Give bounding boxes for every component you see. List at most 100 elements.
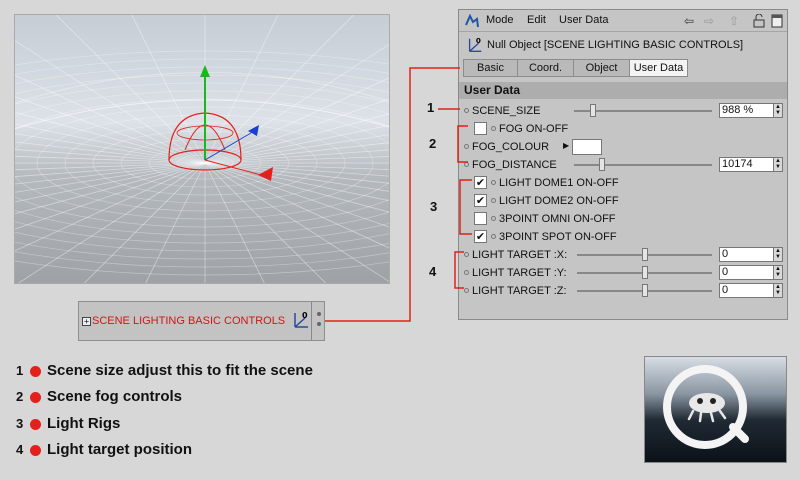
legend-text: Light target position	[47, 441, 192, 458]
menu-edit[interactable]: Edit	[527, 14, 546, 26]
scene-size-field[interactable]: 988 %	[719, 103, 774, 118]
param-target-z: LIGHT TARGET :Z: 0 ▲ ▼	[459, 282, 787, 300]
3d-viewport[interactable]	[14, 14, 390, 284]
attribute-manager: Mode Edit User Data ⇦ ⇨ ⇧ 0 Null Object …	[458, 9, 788, 320]
omni-checkbox[interactable]	[474, 212, 487, 225]
object-manager-entry[interactable]: + SCENE LIGHTING BASIC CONTROLS 0	[78, 301, 325, 341]
target-z-slider[interactable]	[641, 284, 648, 297]
visibility-dots[interactable]	[317, 312, 322, 332]
legend-number: 3	[16, 416, 24, 431]
param-label: LIGHT TARGET :Y:	[472, 267, 567, 279]
object-title: Null Object [SCENE LIGHTING BASIC CONTRO…	[487, 39, 744, 51]
param-light-dome2: ✔ LIGHT DOME2 ON-OFF	[459, 192, 787, 210]
param-3point-spot: ✔ 3POINT SPOT ON-OFF	[459, 228, 787, 246]
new-window-icon[interactable]	[771, 14, 783, 28]
param-bullet[interactable]	[491, 234, 496, 239]
param-bullet[interactable]	[464, 144, 469, 149]
legend-text: Scene size adjust this to fit the scene	[47, 362, 313, 379]
svg-text:0: 0	[302, 311, 308, 320]
fog-distance-slider-track[interactable]	[574, 164, 712, 166]
param-bullet[interactable]	[464, 288, 469, 293]
scene-size-spinner[interactable]: ▲ ▼	[773, 103, 783, 118]
target-x-field[interactable]: 0	[719, 247, 774, 262]
param-label: FOG_COLOUR	[472, 141, 550, 153]
svg-text:0: 0	[476, 36, 481, 45]
legend-number: 4	[16, 442, 24, 457]
fog-colour-swatch[interactable]	[572, 139, 602, 155]
fog-on-off-checkbox[interactable]	[474, 122, 487, 135]
menu-bar: Mode Edit User Data ⇦ ⇨ ⇧	[459, 10, 787, 32]
section-header: User Data	[459, 82, 787, 99]
legend-number: 2	[16, 389, 24, 404]
target-x-slider[interactable]	[641, 248, 648, 261]
lock-icon[interactable]	[753, 14, 765, 28]
logo-mark-icon	[663, 365, 749, 449]
target-y-slider[interactable]	[641, 266, 648, 279]
null-object-icon: 0	[468, 36, 482, 52]
param-target-y: LIGHT TARGET :Y: 0 ▲ ▼	[459, 264, 787, 282]
param-fog-colour: FOG_COLOUR ▶	[459, 138, 787, 156]
tab-object[interactable]: Object	[573, 59, 630, 77]
attribute-manager-icon	[465, 13, 479, 28]
param-label: SCENE_SIZE	[472, 105, 541, 117]
light-dome1-checkbox[interactable]: ✔	[474, 176, 487, 189]
param-label: 3POINT SPOT ON-OFF	[499, 231, 617, 243]
param-bullet[interactable]	[464, 108, 469, 113]
param-fog-distance: FOG_DISTANCE 10174 ▲ ▼	[459, 156, 787, 174]
param-bullet[interactable]	[491, 216, 496, 221]
light-dome2-checkbox[interactable]: ✔	[474, 194, 487, 207]
param-bullet[interactable]	[464, 270, 469, 275]
callout-1: 1	[427, 100, 435, 115]
menu-mode[interactable]: Mode	[486, 14, 514, 26]
fog-distance-slider[interactable]	[598, 158, 605, 171]
param-label: 3POINT OMNI ON-OFF	[499, 213, 616, 225]
param-bullet[interactable]	[464, 252, 469, 257]
param-bullet[interactable]	[491, 180, 496, 185]
param-label: LIGHT DOME1 ON-OFF	[499, 177, 619, 189]
target-x-spinner[interactable]: ▲ ▼	[773, 247, 783, 262]
red-dot-icon	[30, 445, 41, 456]
legend-text: Scene fog controls	[47, 388, 183, 405]
param-light-dome1: ✔ LIGHT DOME1 ON-OFF	[459, 174, 787, 192]
param-fog-on-off: FOG ON-OFF	[459, 120, 787, 138]
forward-arrow-icon[interactable]: ⇨	[704, 14, 714, 28]
tab-basic[interactable]: Basic	[463, 59, 518, 77]
legend-text: Light Rigs	[47, 415, 121, 432]
param-label: FOG_DISTANCE	[472, 159, 557, 171]
separator	[311, 302, 312, 340]
red-dot-icon	[30, 366, 41, 377]
object-title-row: 0 Null Object [SCENE LIGHTING BASIC CONT…	[459, 32, 787, 58]
param-bullet[interactable]	[464, 162, 469, 167]
back-arrow-icon[interactable]: ⇦	[684, 14, 694, 28]
param-target-x: LIGHT TARGET :X: 0 ▲ ▼	[459, 246, 787, 264]
fog-distance-spinner[interactable]: ▲ ▼	[773, 157, 783, 172]
object-name[interactable]: SCENE LIGHTING BASIC CONTROLS	[92, 315, 285, 327]
param-3point-omni: 3POINT OMNI ON-OFF	[459, 210, 787, 228]
up-arrow-icon[interactable]: ⇧	[729, 14, 739, 28]
callout-3: 3	[430, 199, 438, 214]
target-z-field[interactable]: 0	[719, 283, 774, 298]
legend-number: 1	[16, 363, 24, 378]
param-bullet[interactable]	[491, 198, 496, 203]
viewport-scene	[15, 15, 389, 283]
fog-distance-field[interactable]: 10174	[719, 157, 774, 172]
tab-user-data[interactable]: User Data	[629, 59, 688, 77]
tab-coord[interactable]: Coord.	[517, 59, 574, 77]
scene-size-slider[interactable]	[590, 104, 597, 117]
callout-2: 2	[429, 136, 437, 151]
expand-triangle-icon[interactable]: ▶	[563, 141, 569, 150]
param-label: LIGHT TARGET :Z:	[472, 285, 567, 297]
spot-checkbox[interactable]: ✔	[474, 230, 487, 243]
target-y-spinner[interactable]: ▲ ▼	[773, 265, 783, 280]
param-bullet[interactable]	[491, 126, 496, 131]
param-label: LIGHT DOME2 ON-OFF	[499, 195, 619, 207]
expand-icon[interactable]: +	[82, 317, 91, 326]
menu-user-data[interactable]: User Data	[559, 14, 609, 26]
target-y-field[interactable]: 0	[719, 265, 774, 280]
target-z-spinner[interactable]: ▲ ▼	[773, 283, 783, 298]
red-dot-icon	[30, 419, 41, 430]
callout-4: 4	[429, 264, 437, 279]
logo	[644, 356, 787, 463]
null-object-icon: 0	[294, 311, 308, 328]
param-label: FOG ON-OFF	[499, 123, 569, 135]
